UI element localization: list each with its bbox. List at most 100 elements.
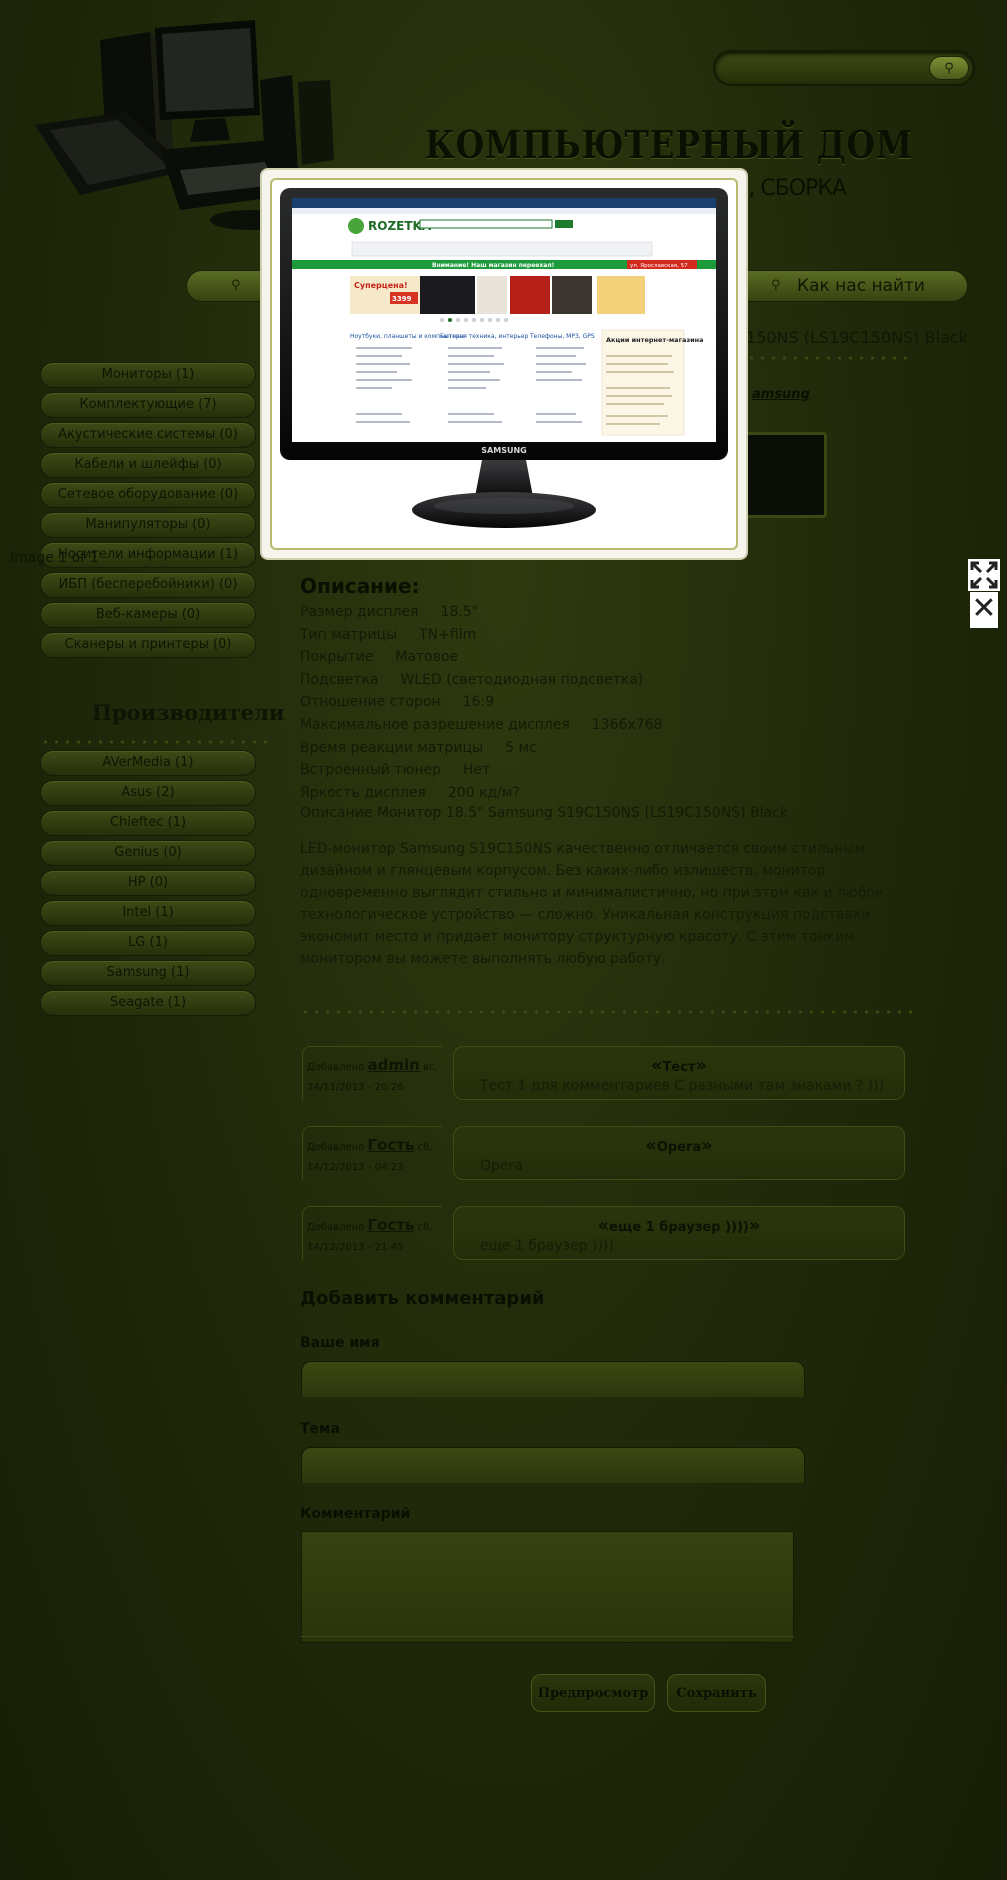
comment-meta: Добавлено Гость сб, 14/12/2013 - 04:23 xyxy=(302,1126,442,1180)
spec-label: Встроенный тюнер xyxy=(300,762,442,779)
spec-row: Подсветка WLED (светодиодная подсветка) xyxy=(300,672,643,688)
promo-label: Суперцена! xyxy=(354,281,408,290)
manufacturer-item[interactable]: Seagate (1) xyxy=(40,990,256,1016)
spec-label: Время реакции матрицы xyxy=(300,739,484,756)
manufacturer-item[interactable]: LG (1) xyxy=(40,930,256,956)
spec-value: 18.5" xyxy=(440,604,479,620)
comment-title-row: «еще 1 браузер ))))» xyxy=(597,1215,761,1236)
section-phones: Телефоны, MP3, GPS xyxy=(529,333,595,340)
spec-row: Встроенный тюнер Нет xyxy=(300,762,490,778)
description-text: LED-монитор Samsung S19C150NS качественн… xyxy=(300,841,884,967)
category-item[interactable]: Манипуляторы (0) xyxy=(40,512,256,538)
product-image: ROZETKA Внимание! Наш магазин переехал! … xyxy=(280,188,728,528)
category-item[interactable]: ИБП (бесперебойники) (0) xyxy=(40,572,256,598)
comment-title: Тест xyxy=(662,1060,696,1075)
promo-price: 3399 xyxy=(392,295,412,303)
comment-date: 24/11/2013 - 20:26 xyxy=(307,1082,404,1093)
name-label: Ваше имя xyxy=(300,1335,380,1351)
comment-day: сб, xyxy=(417,1142,433,1153)
site-title: КОМПЬЮТЕРНЫЙ ДОМ xyxy=(425,122,913,167)
search-button[interactable]: ⚲ xyxy=(929,56,969,80)
comment-meta: Добавлено Гость сб, 14/12/2013 - 21:45 xyxy=(302,1206,442,1260)
spec-label: Максимальное разрешение дисплея xyxy=(300,717,570,733)
spec-value: WLED (светодиодная подсветка) xyxy=(400,671,644,688)
home-icon[interactable]: ⚲ xyxy=(231,278,241,293)
manufacturer-item[interactable]: Asus (2) xyxy=(40,780,256,806)
comment-body: «еще 1 браузер ))))» еще 1 браузер )))) xyxy=(453,1206,905,1260)
spec-value: 1366x768 xyxy=(591,717,663,733)
section-appliances: Бытовая техника, интерьер xyxy=(440,333,528,340)
spec-value: Матовое xyxy=(395,649,459,666)
search-icon: ⚲ xyxy=(944,60,954,76)
comment-meta: Добавлено admin вс, 24/11/2013 - 20:26 xyxy=(302,1046,442,1100)
comment-body: «Opera» Opera xyxy=(453,1126,905,1180)
spec-row: Время реакции матрицы 5 мс xyxy=(300,740,537,756)
category-item[interactable]: Кабели и шлейфы (0) xyxy=(40,452,256,478)
manufacturer-item[interactable]: Chieftec (1) xyxy=(40,810,256,836)
spec-value: 200 кд/м? xyxy=(447,784,520,801)
comment-title-row: «Opera» xyxy=(645,1135,713,1156)
comment-title-row: «Тест» xyxy=(650,1055,708,1076)
spec-label: Тип матрицы xyxy=(300,626,398,643)
spec-row: Отношение сторон 16:9 xyxy=(300,694,494,710)
product-full-name: Описание Монитор 18.5" Samsung S19C150NS… xyxy=(300,805,788,821)
spec-label: Отношение сторон xyxy=(300,694,441,711)
lightbox-modal: ROZETKA Внимание! Наш магазин переехал! … xyxy=(262,170,746,558)
search-box: ⚲ xyxy=(713,50,975,86)
comment-day: сб, xyxy=(417,1222,433,1233)
comment-date: 14/12/2013 - 21:45 xyxy=(307,1242,404,1253)
subject-input[interactable] xyxy=(301,1447,805,1483)
product-thumbnail[interactable] xyxy=(735,432,827,518)
fullscreen-icon[interactable] xyxy=(968,559,1000,591)
category-item[interactable]: Мониторы (1) xyxy=(40,362,256,388)
manufacturer-item[interactable]: Genius (0) xyxy=(40,840,256,866)
comment-added-label: Добавлено xyxy=(307,1222,365,1233)
spec-row: Максимальное разрешение дисплея 1366x768 xyxy=(300,717,662,733)
comment-text: Тест 1 для комментариев С разными там зн… xyxy=(480,1078,885,1094)
divider xyxy=(746,356,914,360)
spec-value: 16:9 xyxy=(462,694,495,711)
carousel-dots xyxy=(440,318,508,322)
manufacturer-item[interactable]: Intel (1) xyxy=(40,900,256,926)
comment-author[interactable]: admin xyxy=(368,1056,420,1074)
category-item[interactable]: Акустические системы (0) xyxy=(40,422,256,448)
preview-button[interactable]: Предпросмотр xyxy=(531,1674,655,1712)
spec-label: Подсветка xyxy=(300,671,379,688)
nav-find-us-link[interactable]: Как нас найти xyxy=(797,276,925,296)
name-input[interactable] xyxy=(301,1361,805,1397)
category-item[interactable]: Веб-камеры (0) xyxy=(40,602,256,628)
add-comment-heading: Добавить комментарий xyxy=(300,1288,545,1309)
comment-author[interactable]: Гость xyxy=(368,1216,415,1234)
close-icon[interactable]: ✕ xyxy=(970,592,998,628)
category-item[interactable]: Сетевое оборудование (0) xyxy=(40,482,256,508)
brand-link[interactable]: amsung xyxy=(752,387,810,402)
comment-title: Opera xyxy=(656,1140,702,1155)
lightbox-image-counter: Image 1 of 1 xyxy=(10,550,99,566)
spec-value: 5 мс xyxy=(505,739,537,756)
spec-value: Нет xyxy=(463,762,491,779)
store-address: ул. Ярославская, 57 xyxy=(630,263,688,269)
category-item[interactable]: Сканеры и принтеры (0) xyxy=(40,632,256,658)
category-item[interactable]: Комплектующие (7) xyxy=(40,392,256,418)
manufacturer-item[interactable]: Samsung (1) xyxy=(40,960,256,986)
comment-textarea[interactable] xyxy=(301,1531,794,1643)
comment-text: Opera xyxy=(480,1158,523,1174)
spec-row: Тип матрицы TN+film xyxy=(300,627,476,643)
spec-row: Размер дисплея 18.5" xyxy=(300,604,478,620)
comment-author[interactable]: Гость xyxy=(368,1136,415,1154)
comment-date: 14/12/2013 - 04:23 xyxy=(307,1162,404,1173)
divider xyxy=(40,740,270,744)
spec-label: Яркость дисплея xyxy=(300,784,426,801)
textarea-resize-handle[interactable] xyxy=(301,1636,794,1644)
product-title: 150NS (LS19C150NS) Black xyxy=(746,328,968,347)
monitor-brand: SAMSUNG xyxy=(481,446,526,455)
spec-label: Размер дисплея xyxy=(300,604,419,620)
spec-value: TN+film xyxy=(419,626,477,643)
lightbox-image-frame[interactable]: ROZETKA Внимание! Наш магазин переехал! … xyxy=(270,178,738,550)
manufacturer-item[interactable]: AVerMedia (1) xyxy=(40,750,256,776)
subject-label: Тема xyxy=(300,1421,340,1437)
manufacturer-item[interactable]: HP (0) xyxy=(40,870,256,896)
save-button[interactable]: Сохранить xyxy=(667,1674,766,1712)
manufacturers-heading: Производители xyxy=(92,700,285,725)
search-input[interactable] xyxy=(727,59,922,77)
